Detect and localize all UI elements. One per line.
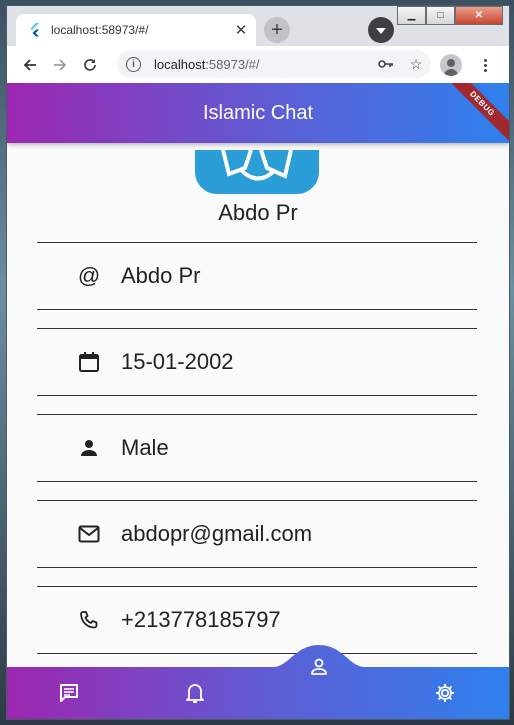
person-icon: [77, 436, 101, 460]
gender-field: Male: [37, 414, 477, 482]
url-text: localhost:58973/#/: [154, 57, 371, 72]
calendar-icon: [77, 350, 101, 374]
minimize-button[interactable]: ▁: [397, 6, 426, 25]
settings-icon: [436, 684, 454, 702]
birthdate-field: 15-01-2002: [37, 328, 477, 396]
url-host: localhost: [154, 56, 206, 72]
phone-value: +213778185797: [121, 607, 281, 632]
username-field: @ Abdo Pr: [37, 242, 477, 310]
key-glyph: [378, 60, 393, 68]
profile-icon: [311, 658, 327, 675]
phone-icon: [77, 608, 101, 632]
key-icon[interactable]: [371, 56, 401, 72]
app-title: Islamic Chat: [202, 101, 314, 124]
nav-notch: [273, 645, 365, 667]
reload-button[interactable]: [75, 50, 105, 80]
flutter-icon: [30, 23, 39, 37]
bell-icon: [186, 684, 204, 703]
profile-content: Abdo Pr @ Abdo Pr 15-01-2002 Male abdopr…: [7, 143, 509, 667]
tab-close-icon[interactable]: ✕: [230, 21, 252, 39]
nav-settings-button[interactable]: [433, 681, 457, 705]
profile-avatar-icon[interactable]: [440, 54, 462, 76]
debug-banner: DEBUG: [445, 83, 509, 141]
window-caption-buttons: ▁ □ ✕: [397, 6, 503, 25]
info-icon[interactable]: i: [126, 56, 141, 72]
email-field: abdopr@gmail.com: [37, 500, 477, 568]
browser-tab[interactable]: localhost:58973/#/ ✕: [16, 14, 256, 46]
tab-search-button[interactable]: [368, 17, 394, 43]
chat-logo-icon: [195, 150, 319, 194]
chevron-down-icon: [376, 28, 386, 34]
reload-icon: [84, 58, 96, 71]
more-menu-icon[interactable]: [475, 55, 495, 75]
app-bar: Islamic Chat DEBUG: [7, 83, 509, 143]
back-button[interactable]: [15, 50, 45, 80]
at-icon: @: [77, 263, 101, 288]
username-value: Abdo Pr: [121, 263, 201, 288]
nav-notifications-button[interactable]: [183, 681, 207, 705]
nav-profile-button[interactable]: [307, 655, 331, 679]
close-window-button[interactable]: ✕: [455, 6, 503, 25]
tab-title: localhost:58973/#/: [51, 23, 149, 37]
browser-window: ▁ □ ✕ localhost:58973/#/ ✕ + i localhost…: [7, 6, 509, 719]
forward-button[interactable]: [45, 50, 75, 80]
url-path: :58973/#/: [205, 56, 260, 72]
new-tab-button[interactable]: +: [264, 17, 290, 43]
mail-icon: [77, 522, 101, 546]
arrow-right-icon: [54, 58, 67, 71]
email-value: abdopr@gmail.com: [121, 521, 313, 546]
birthdate-value: 15-01-2002: [121, 349, 234, 374]
arrow-left-icon: [23, 58, 36, 71]
nav-chat-button[interactable]: [57, 681, 81, 705]
address-bar[interactable]: i localhost:58973/#/ ☆: [117, 50, 431, 78]
browser-toolbar: i localhost:58973/#/ ☆: [7, 46, 509, 83]
chat-icon: [60, 684, 78, 702]
profile-name: Abdo Pr: [218, 200, 298, 225]
bottom-navigation: [7, 645, 509, 719]
star-icon[interactable]: ☆: [401, 56, 431, 73]
gender-value: Male: [121, 435, 169, 460]
maximize-button[interactable]: □: [426, 6, 455, 25]
flutter-app: Islamic Chat DEBUG Abdo Pr @ Abdo Pr 15-…: [7, 83, 509, 719]
